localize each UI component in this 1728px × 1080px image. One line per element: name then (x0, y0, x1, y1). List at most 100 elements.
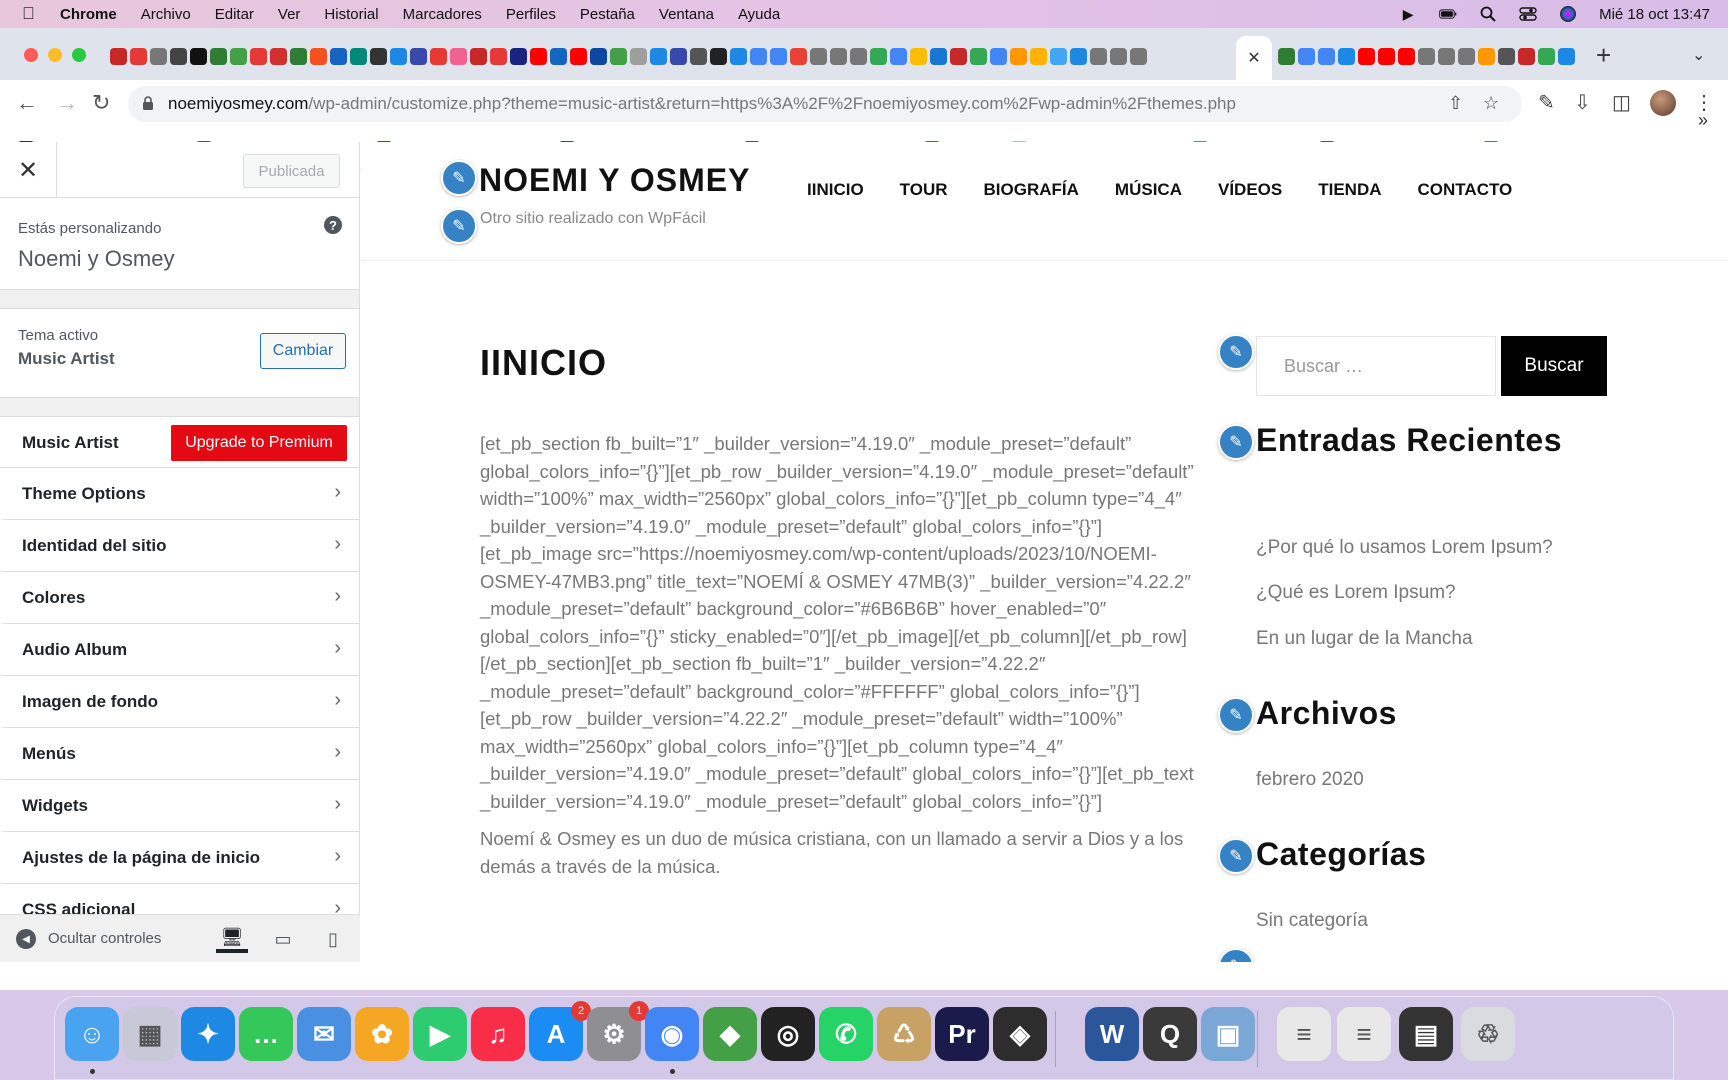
edit-archives-widget-icon[interactable]: ✎ (1218, 697, 1254, 733)
pinned-tab[interactable] (1070, 48, 1087, 65)
dock-whatsapp-icon[interactable]: ✆ (819, 1007, 873, 1061)
pinned-tab[interactable] (350, 48, 367, 65)
recent-post-link[interactable]: ¿Por qué lo usamos Lorem Ipsum? (1256, 537, 1553, 559)
downloads-icon[interactable]: ⇩ (1574, 90, 1591, 115)
customizer-panel-item[interactable]: Audio Album › (0, 624, 359, 676)
pinned-tab[interactable] (850, 48, 867, 65)
profile-avatar[interactable] (1650, 90, 1676, 116)
pinned-tab[interactable] (630, 48, 647, 65)
pinned-tab[interactable] (1298, 48, 1315, 65)
pinned-tab[interactable] (550, 48, 567, 65)
pinned-tab[interactable] (1030, 48, 1047, 65)
pinned-tab[interactable] (210, 48, 227, 65)
pinned-tab[interactable] (450, 48, 467, 65)
customizer-panel-item[interactable]: Menús › (0, 728, 359, 780)
pinned-tab[interactable] (810, 48, 827, 65)
dock-launchpad-icon[interactable]: ▦ (123, 1007, 177, 1061)
pinned-tab[interactable] (470, 48, 487, 65)
menu-perfiles[interactable]: Perfiles (506, 6, 556, 23)
pinned-tab[interactable] (1318, 48, 1335, 65)
spotlight-search-icon[interactable] (1479, 6, 1497, 22)
edit-categories-widget-icon[interactable]: ✎ (1218, 838, 1254, 874)
pinned-tab[interactable] (1558, 48, 1575, 65)
pinned-tab[interactable] (610, 48, 627, 65)
mobile-preview-icon[interactable]: ▯ (317, 925, 349, 953)
pinned-tab[interactable] (710, 48, 727, 65)
dock-system-settings-icon[interactable]: ⚙ 1 (587, 1001, 649, 1061)
dock-music-icon[interactable]: ♫ (471, 1007, 525, 1061)
dock-mail-icon[interactable]: ✉ (297, 1007, 351, 1061)
lock-icon[interactable] (142, 95, 168, 113)
edit-recent-posts-widget-icon[interactable]: ✎ (1218, 424, 1254, 460)
pinned-tab[interactable] (1518, 48, 1535, 65)
battery-icon[interactable] (1439, 6, 1457, 22)
site-nav-item[interactable]: TIENDA (1318, 180, 1381, 200)
pinned-tab[interactable] (1498, 48, 1515, 65)
pinned-tab[interactable] (1358, 48, 1375, 65)
pinned-tab[interactable] (110, 48, 127, 65)
recent-post-link[interactable]: En un lugar de la Mancha (1256, 628, 1473, 650)
close-customizer-icon[interactable]: ✕ (0, 142, 57, 198)
menu-marcadores[interactable]: Marcadores (403, 6, 482, 23)
help-icon[interactable]: ? (324, 216, 342, 234)
site-nav-item[interactable]: VÍDEOS (1218, 180, 1282, 200)
site-nav-item[interactable]: TOUR (900, 180, 948, 200)
back-arrow-icon[interactable]: ← (16, 90, 38, 116)
pinned-tab[interactable] (250, 48, 267, 65)
pinned-tab[interactable] (390, 48, 407, 65)
pinned-tab[interactable] (430, 48, 447, 65)
pinned-tab[interactable] (650, 48, 667, 65)
menu-historial[interactable]: Historial (324, 6, 378, 23)
control-center-icon[interactable] (1519, 6, 1537, 22)
bookmarks-overflow-icon[interactable]: » (1698, 110, 1708, 131)
desktop-preview-icon[interactable]: 🖥 (216, 925, 248, 953)
customizer-panel-item[interactable]: Imagen de fondo › (0, 676, 359, 728)
new-tab-button[interactable]: + (1596, 40, 1611, 71)
customizer-panel-item[interactable]: Identidad del sitio › (0, 520, 359, 572)
site-title[interactable]: NOEMI Y OSMEY (479, 162, 750, 199)
address-bar[interactable]: noemiyosmey.com /wp-admin/customize.php?… (128, 86, 1522, 122)
customizer-panel-item[interactable]: Colores › (0, 572, 359, 624)
pinned-tab[interactable] (730, 48, 747, 65)
minimize-window-button[interactable] (48, 48, 62, 62)
search-input[interactable]: Buscar … (1256, 336, 1496, 396)
site-nav-item[interactable]: MÚSICA (1115, 180, 1182, 200)
publish-button[interactable]: Publicada (243, 154, 340, 188)
category-link[interactable]: Sin categoría (1256, 910, 1368, 932)
pinned-tab[interactable] (150, 48, 167, 65)
pinned-tab[interactable] (690, 48, 707, 65)
dock-premiere-pro-icon[interactable]: Pr (935, 1007, 989, 1061)
pinned-tab[interactable] (1050, 48, 1067, 65)
pinned-tab[interactable] (270, 48, 287, 65)
hide-controls-button[interactable]: Ocultar controles (48, 930, 161, 947)
pinned-tab[interactable] (1398, 48, 1415, 65)
edit-site-title-icon[interactable]: ✎ (441, 160, 477, 196)
edit-tagline-icon[interactable]: ✎ (441, 208, 477, 244)
site-nav-item[interactable]: CONTACTO (1418, 180, 1513, 200)
pinned-tab[interactable] (910, 48, 927, 65)
pinned-tab[interactable] (310, 48, 327, 65)
pinned-tab[interactable] (130, 48, 147, 65)
play-status-icon[interactable]: ▶ (1399, 6, 1417, 22)
menu-ventana[interactable]: Ventana (659, 6, 714, 23)
dock-zip-file-icon[interactable]: ≡ (1337, 1007, 1391, 1061)
maximize-window-button[interactable] (72, 48, 86, 62)
active-tab[interactable]: ✕ (1236, 36, 1272, 80)
dock-chrome-icon[interactable]: ◉ (645, 1007, 699, 1061)
pinned-tab[interactable] (1338, 48, 1355, 65)
pinned-tab[interactable] (770, 48, 787, 65)
customizer-panel-item[interactable]: Theme Options › (0, 468, 359, 520)
reload-icon[interactable]: ↻ (92, 90, 110, 116)
pinned-tab[interactable] (190, 48, 207, 65)
apple-menu-icon[interactable]:  (22, 4, 48, 24)
pinned-tab[interactable] (330, 48, 347, 65)
menu-app-name[interactable]: Chrome (60, 6, 117, 23)
pinned-tab[interactable] (290, 48, 307, 65)
dock-zip-file-icon[interactable]: ≡ (1277, 1007, 1331, 1061)
pinned-tab[interactable] (1130, 48, 1147, 65)
dock-messages-icon[interactable]: … (239, 1007, 293, 1061)
extensions-puzzle-icon[interactable]: ✎ (1538, 90, 1555, 115)
pinned-tab[interactable] (490, 48, 507, 65)
archive-link[interactable]: febrero 2020 (1256, 769, 1364, 791)
dock-appstore-icon[interactable]: A2 (529, 1001, 591, 1061)
